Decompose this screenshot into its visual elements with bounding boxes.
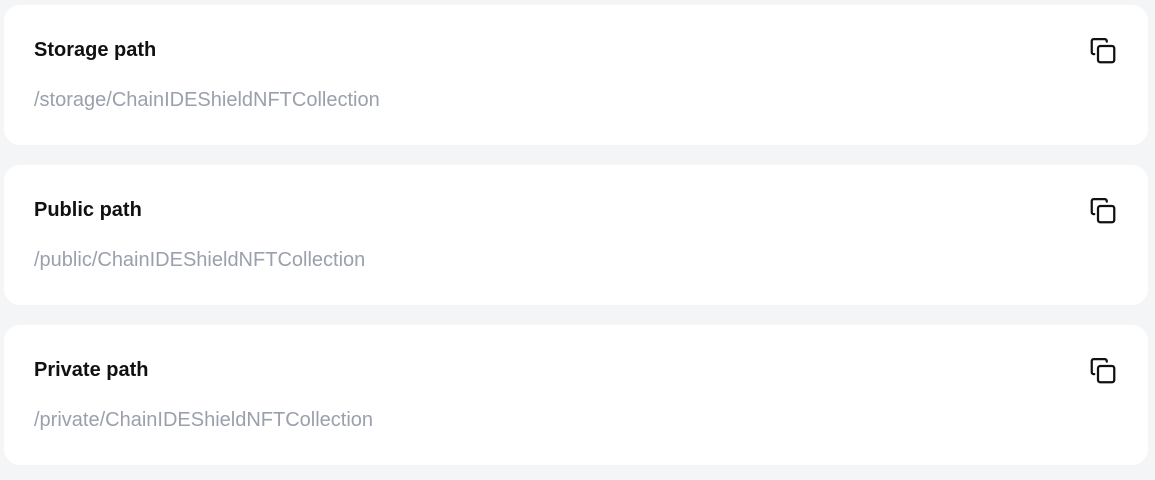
copy-public-path-button[interactable] xyxy=(1086,194,1120,228)
public-path-card: Public path /public/ChainIDEShieldNFTCol… xyxy=(4,165,1148,305)
private-path-title: Private path xyxy=(34,359,149,381)
private-path-card: Private path /private/ChainIDEShieldNFTC… xyxy=(4,325,1148,465)
copy-icon xyxy=(1088,36,1118,66)
copy-private-path-button[interactable] xyxy=(1086,354,1120,388)
storage-path-card: Storage path /storage/ChainIDEShieldNFTC… xyxy=(4,5,1148,145)
storage-path-title: Storage path xyxy=(34,39,157,61)
public-path-value: /public/ChainIDEShieldNFTCollection xyxy=(34,249,366,271)
storage-path-value: /storage/ChainIDEShieldNFTCollection xyxy=(34,89,380,111)
public-path-title: Public path xyxy=(34,199,142,221)
copy-storage-path-button[interactable] xyxy=(1086,34,1120,68)
private-path-value: /private/ChainIDEShieldNFTCollection xyxy=(34,409,374,431)
copy-icon xyxy=(1088,196,1118,226)
copy-icon xyxy=(1088,356,1118,386)
